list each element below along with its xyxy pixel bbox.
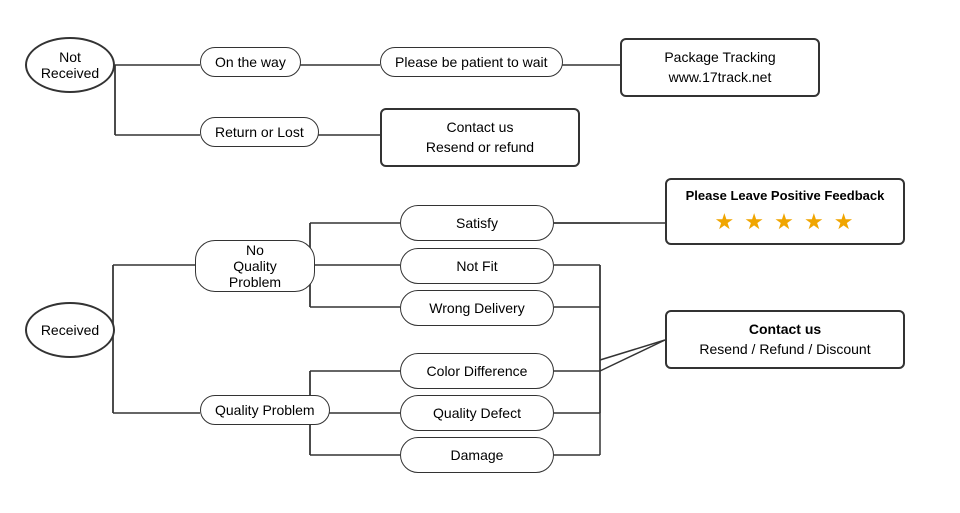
damage-node: Damage: [400, 437, 554, 473]
wrong-delivery-label: Wrong Delivery: [429, 300, 524, 316]
package-tracking-node: Package Tracking www.17track.net: [620, 38, 820, 97]
contact-resend-refund-label: Contact us Resend or refund: [426, 118, 534, 157]
wrong-delivery-node: Wrong Delivery: [400, 290, 554, 326]
quality-defect-label: Quality Defect: [433, 405, 521, 421]
no-quality-problem-node: No Quality Problem: [195, 240, 315, 292]
stars: ★ ★ ★ ★ ★: [681, 209, 889, 235]
color-difference-node: Color Difference: [400, 353, 554, 389]
color-difference-label: Color Difference: [427, 363, 528, 379]
contact-resend-refund-node: Contact us Resend or refund: [380, 108, 580, 167]
positive-feedback-box: Please Leave Positive Feedback ★ ★ ★ ★ ★: [665, 178, 905, 245]
satisfy-node: Satisfy: [400, 205, 554, 241]
resend-refund-discount-label: Resend / Refund / Discount: [683, 340, 887, 360]
patient-label: Please be patient to wait: [395, 54, 548, 70]
quality-problem-label: Quality Problem: [215, 402, 315, 418]
contact-us-box: Contact us Resend / Refund / Discount: [665, 310, 905, 369]
package-tracking-label: Package Tracking www.17track.net: [664, 48, 775, 87]
not-fit-label: Not Fit: [456, 258, 497, 274]
not-received-node: Not Received: [25, 37, 115, 93]
received-node: Received: [25, 302, 115, 358]
on-the-way-node: On the way: [200, 47, 301, 77]
on-the-way-label: On the way: [215, 54, 286, 70]
not-fit-node: Not Fit: [400, 248, 554, 284]
patient-node: Please be patient to wait: [380, 47, 563, 77]
satisfy-label: Satisfy: [456, 215, 498, 231]
quality-defect-node: Quality Defect: [400, 395, 554, 431]
quality-problem-node: Quality Problem: [200, 395, 330, 425]
no-quality-problem-label: No Quality Problem: [210, 242, 300, 290]
return-lost-label: Return or Lost: [215, 124, 304, 140]
positive-feedback-title: Please Leave Positive Feedback: [681, 188, 889, 203]
not-received-label: Not Received: [41, 49, 99, 81]
contact-us-label: Contact us: [683, 320, 887, 340]
received-label: Received: [41, 322, 99, 338]
damage-label: Damage: [451, 447, 504, 463]
return-lost-node: Return or Lost: [200, 117, 319, 147]
